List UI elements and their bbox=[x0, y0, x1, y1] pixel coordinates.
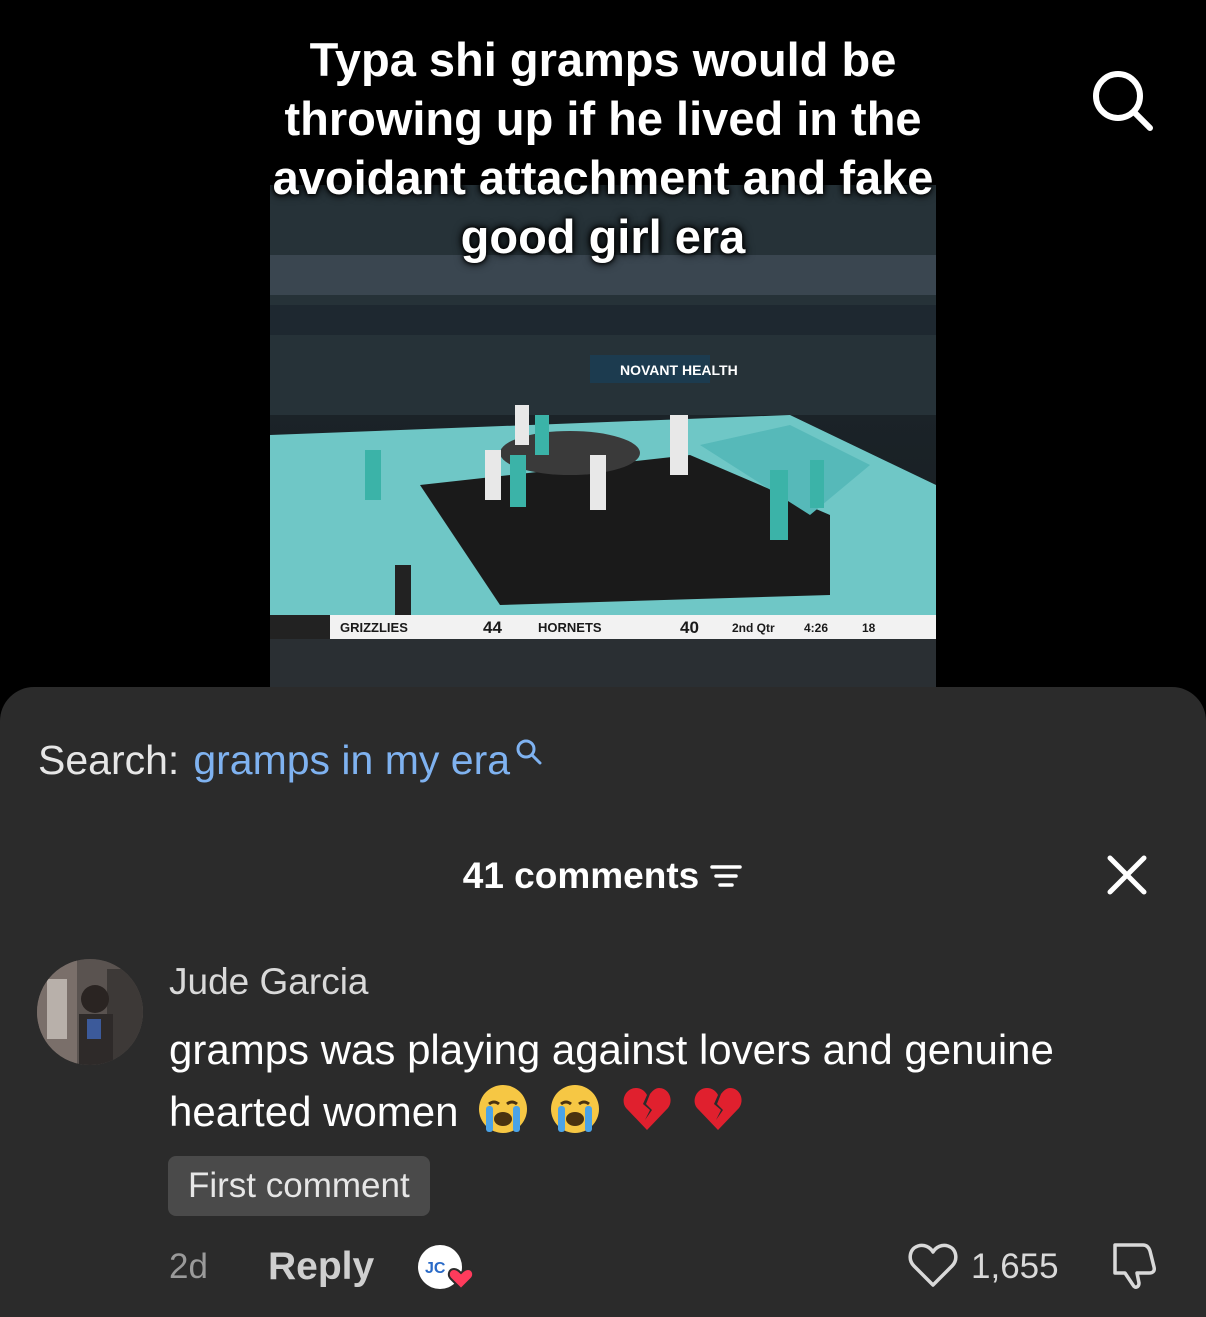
loudly-crying-face-icon bbox=[550, 1085, 599, 1133]
heart-like-icon[interactable] bbox=[907, 1241, 959, 1289]
related-search[interactable]: Search: gramps in my era bbox=[38, 737, 544, 784]
comments-sheet: Search: gramps in my era 41 comments Jud… bbox=[0, 687, 1206, 1317]
comment-text: gramps was playing against lovers and ge… bbox=[169, 1026, 1054, 1135]
broken-heart-icon bbox=[694, 1088, 742, 1130]
svg-text:JC: JC bbox=[425, 1260, 446, 1277]
dislike-icon[interactable] bbox=[1107, 1239, 1159, 1291]
video-player[interactable]: NOVANT HEALTH GRIZZLIES 44 HORNETS 40 2n… bbox=[0, 0, 1206, 700]
sort-filter-icon[interactable] bbox=[709, 861, 743, 891]
sponsor-banner: NOVANT HEALTH bbox=[620, 362, 738, 378]
video-caption: Typa shi gramps would be throwing up if … bbox=[272, 33, 934, 263]
loudly-crying-face-icon bbox=[479, 1085, 528, 1133]
comment-actions: 2d Reply JC 1,655 bbox=[169, 1243, 1169, 1291]
team1-score: 44 bbox=[483, 618, 502, 637]
like-count: 1,655 bbox=[971, 1247, 1059, 1286]
comments-header: 41 comments bbox=[0, 855, 1206, 897]
team2-name: HORNETS bbox=[538, 620, 602, 635]
creator-liked-icon: JC bbox=[418, 1245, 475, 1291]
search-icon bbox=[516, 739, 542, 764]
scoreboard: GRIZZLIES 44 HORNETS 40 2nd Qtr 4:26 18 bbox=[270, 615, 936, 639]
comment-author[interactable]: Jude Garcia bbox=[169, 961, 369, 1003]
close-icon[interactable] bbox=[1104, 852, 1150, 898]
comment-body: gramps was playing against lovers and ge… bbox=[169, 1019, 1179, 1143]
reply-button[interactable]: Reply bbox=[268, 1245, 374, 1289]
search-icon[interactable] bbox=[1088, 66, 1158, 136]
broken-heart-icon bbox=[623, 1088, 671, 1130]
first-comment-badge: First comment bbox=[168, 1156, 430, 1216]
search-label: Search: bbox=[38, 737, 180, 783]
team1-name: GRIZZLIES bbox=[340, 620, 408, 635]
shot-clock: 18 bbox=[862, 621, 876, 635]
period: 2nd Qtr bbox=[732, 621, 775, 635]
search-term-link[interactable]: gramps in my era bbox=[193, 737, 510, 784]
team2-score: 40 bbox=[680, 618, 699, 637]
comment-time: 2d bbox=[169, 1247, 208, 1286]
comments-count: 41 comments bbox=[462, 855, 700, 896]
game-clock: 4:26 bbox=[804, 621, 828, 635]
avatar[interactable] bbox=[37, 959, 143, 1065]
